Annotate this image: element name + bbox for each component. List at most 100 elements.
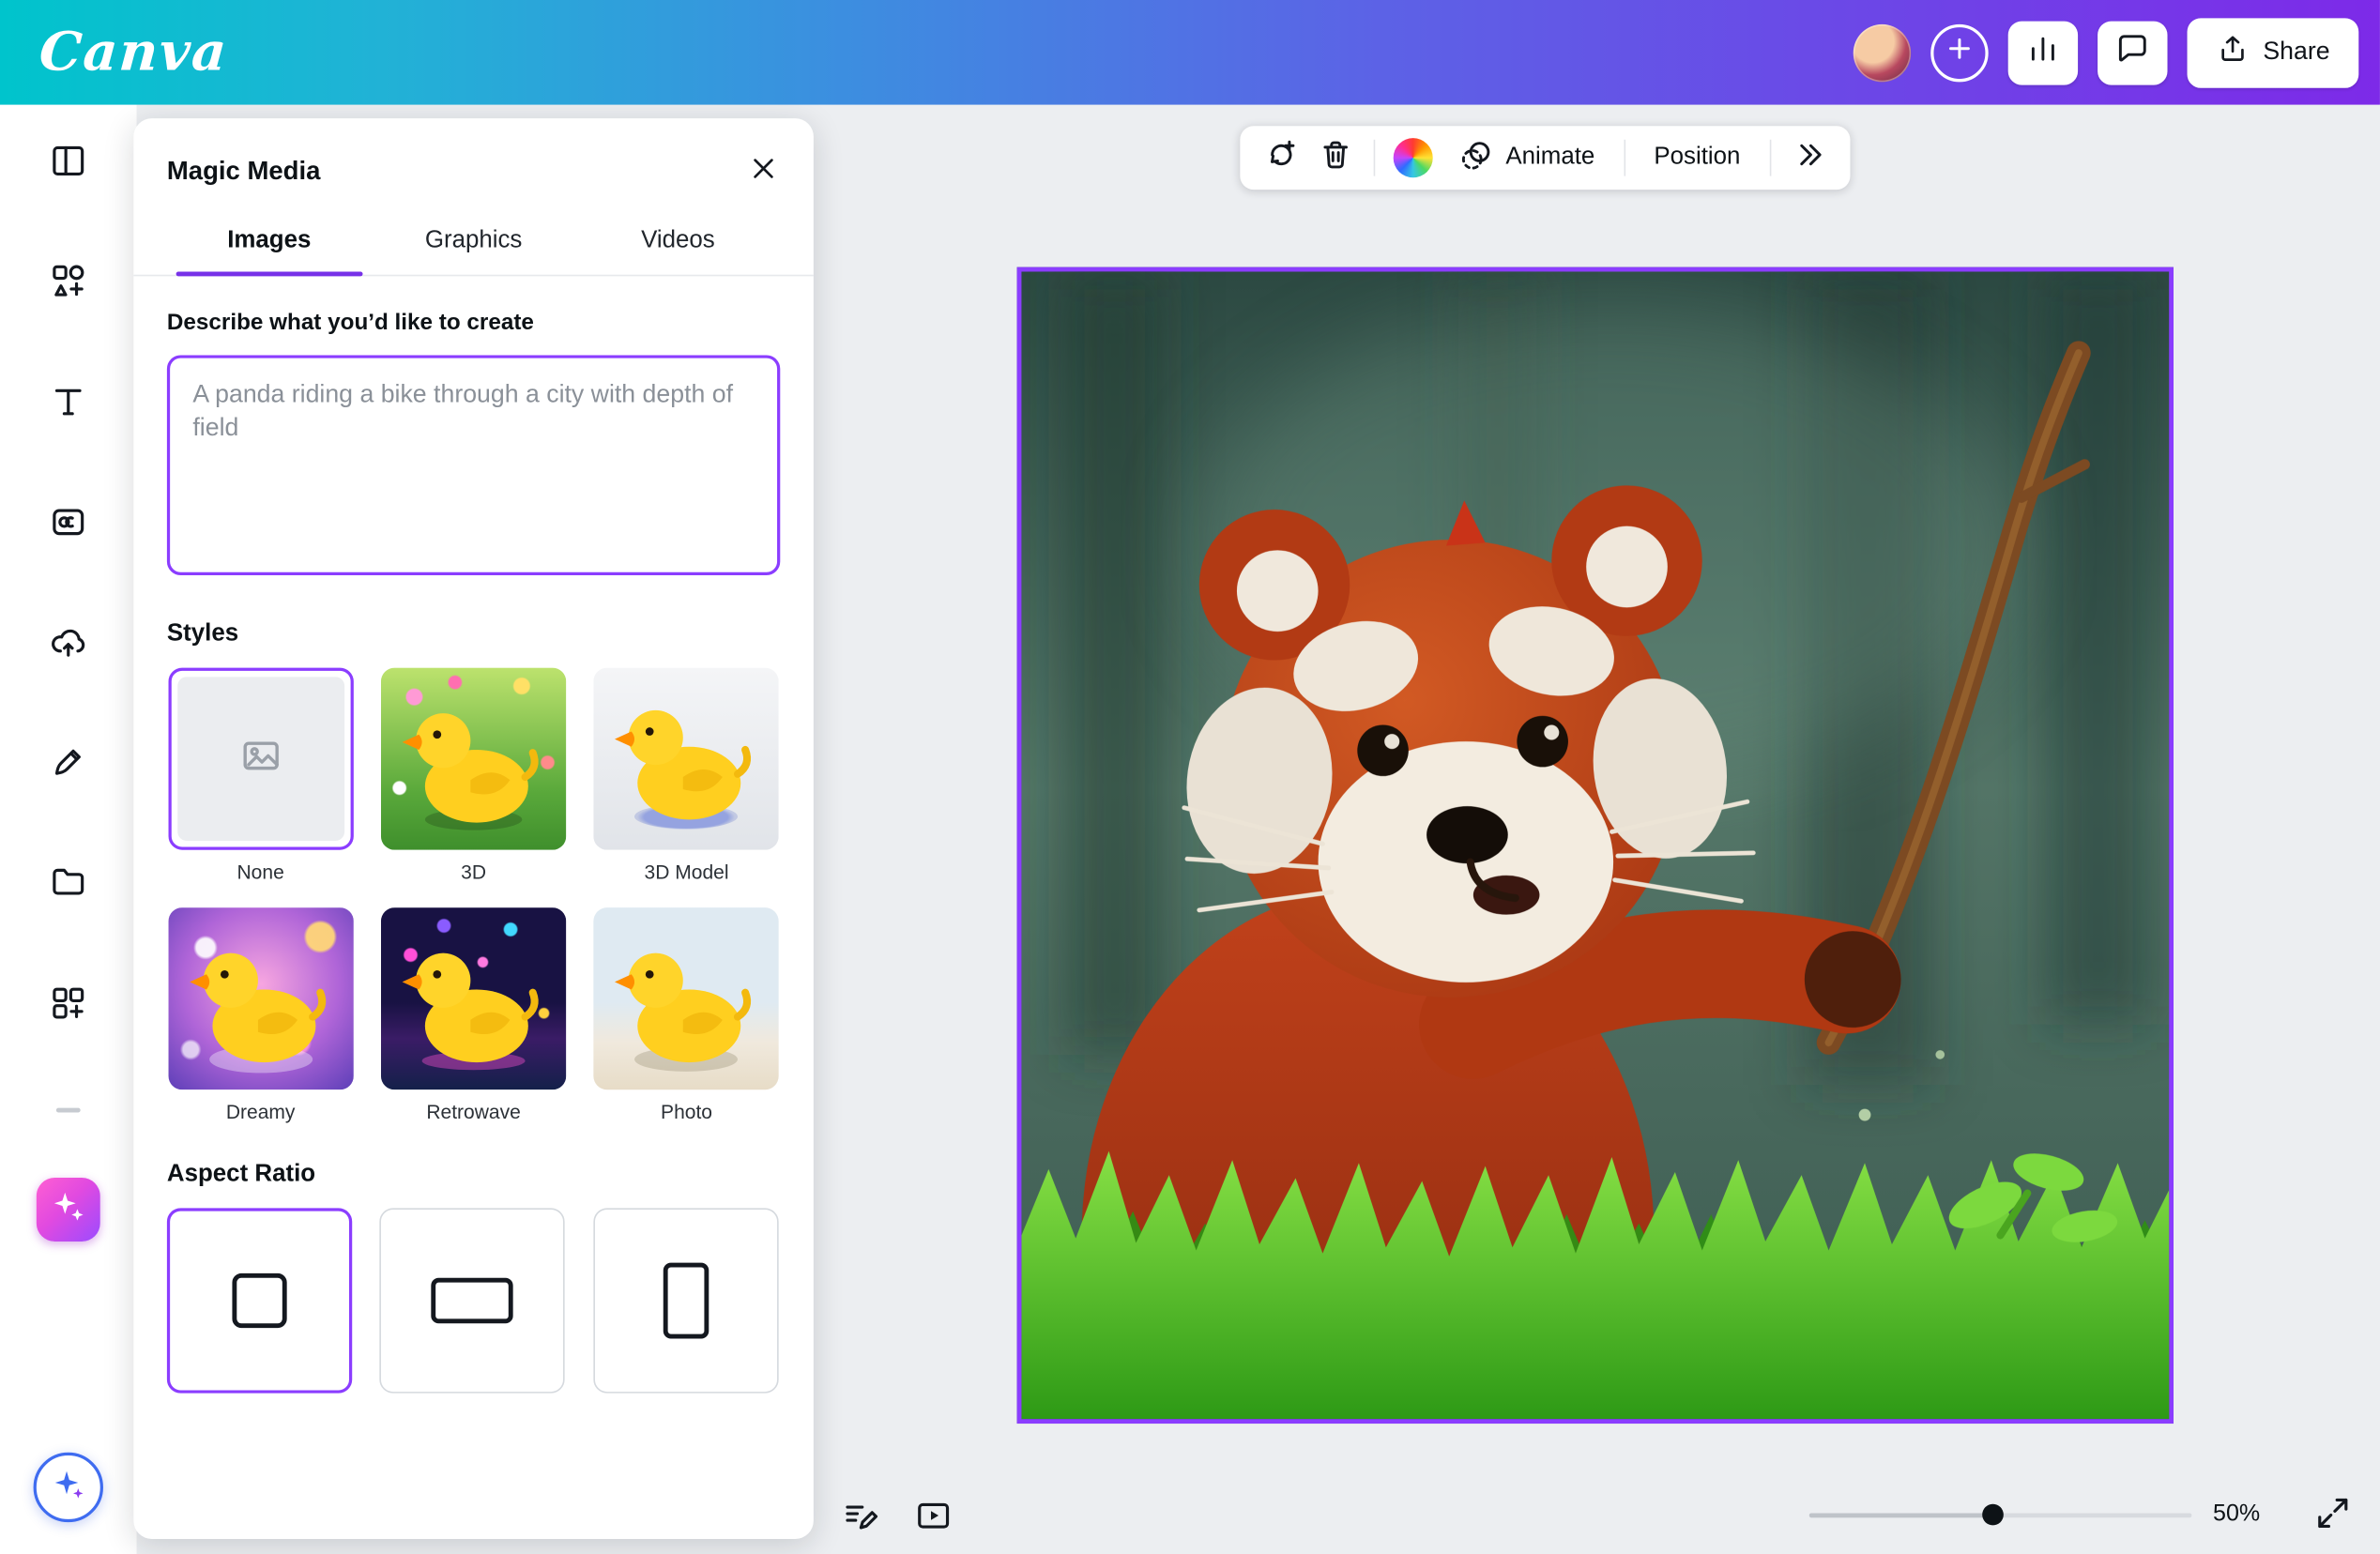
close-icon (747, 151, 781, 192)
duck-thumbnail (381, 907, 566, 1089)
folder-icon (49, 861, 88, 908)
bar-chart-icon (2024, 30, 2061, 74)
sidebar-item-design[interactable] (35, 130, 101, 197)
sidebar-item-apps[interactable] (35, 973, 101, 1040)
styles-grid: None 3D (167, 668, 780, 1123)
delete-button[interactable] (1308, 132, 1363, 184)
red-panda-image (1021, 271, 2169, 1419)
aspect-ratio-grid (167, 1208, 780, 1393)
elements-icon (49, 260, 88, 307)
sidebar-item-uploads[interactable] (35, 612, 101, 678)
toolbar-divider (1374, 140, 1376, 176)
panel-tabs: Images Graphics Videos (133, 212, 814, 276)
square-ratio-icon (232, 1273, 286, 1328)
style-label: None (237, 861, 284, 883)
top-bar-actions: Share (1854, 18, 2359, 87)
apps-grid-icon (49, 983, 88, 1029)
tab-images[interactable]: Images (167, 212, 372, 274)
position-button[interactable]: Position (1636, 132, 1759, 184)
present-button[interactable] (908, 1493, 959, 1545)
aspect-ratio-heading: Aspect Ratio (167, 1161, 780, 1188)
sparkle-icon (49, 1464, 88, 1511)
zoom-level: 50% (2213, 1501, 2260, 1529)
fullscreen-button[interactable] (2307, 1490, 2358, 1542)
sidebar-item-draw[interactable] (35, 732, 101, 799)
app-window: Canva Share (0, 0, 2380, 1554)
sidebar-item-elements[interactable] (35, 251, 101, 317)
image-placeholder-icon (239, 734, 282, 784)
animate-button[interactable]: Animate (1441, 132, 1613, 184)
duck-thumbnail (168, 907, 353, 1089)
insights-button[interactable] (2008, 21, 2078, 84)
landscape-ratio-icon (432, 1278, 513, 1324)
chat-bubble-icon (2114, 30, 2151, 74)
notes-button[interactable] (835, 1493, 887, 1545)
sidebar-item-text[interactable] (35, 372, 101, 438)
color-wheel-icon (1394, 138, 1433, 177)
portrait-ratio-icon (663, 1263, 709, 1339)
sidebar-item-brand[interactable] (35, 492, 101, 558)
close-panel-button[interactable] (740, 148, 786, 194)
share-label: Share (2263, 38, 2329, 67)
tab-videos[interactable]: Videos (576, 212, 781, 274)
duck-thumbnail (594, 907, 779, 1089)
prompt-label: Describe what you’d like to create (167, 310, 780, 335)
style-label: 3D Model (645, 861, 729, 883)
prompt-input[interactable] (167, 355, 780, 575)
notes-icon (841, 1496, 880, 1543)
brand-icon (49, 502, 88, 549)
regenerate-button[interactable] (1254, 132, 1308, 184)
aspect-option-portrait[interactable] (593, 1208, 778, 1393)
canva-logo[interactable]: Canva (38, 22, 230, 84)
top-bar: Canva Share (0, 0, 2380, 105)
upload-icon (2216, 32, 2250, 73)
tab-graphics[interactable]: Graphics (372, 212, 576, 274)
style-option-3d[interactable]: 3D (380, 668, 567, 884)
color-button[interactable] (1386, 132, 1441, 184)
zoom-slider-handle[interactable] (1982, 1504, 2004, 1526)
share-button[interactable]: Share (2187, 18, 2358, 87)
plus-icon (1945, 34, 1975, 71)
canvas-image[interactable] (1017, 267, 2174, 1424)
magic-media-app-icon (49, 1186, 88, 1233)
style-option-dreamy[interactable]: Dreamy (167, 907, 354, 1123)
fullscreen-icon (2313, 1493, 2353, 1540)
presentation-icon (914, 1496, 954, 1543)
style-label: Dreamy (226, 1101, 296, 1123)
pen-icon (49, 741, 88, 788)
style-label: Retrowave (426, 1101, 521, 1123)
position-label: Position (1654, 145, 1740, 172)
toolbar-divider (1624, 140, 1625, 176)
rail-divider (56, 1108, 81, 1113)
zoom-slider-fill (1809, 1513, 1993, 1517)
styles-heading: Styles (167, 620, 780, 648)
regenerate-icon (1263, 136, 1300, 180)
comments-button[interactable] (2098, 21, 2167, 84)
style-option-photo[interactable]: Photo (593, 907, 780, 1123)
add-member-button[interactable] (1930, 23, 1988, 81)
double-chevron-icon (1791, 136, 1827, 180)
aspect-option-landscape[interactable] (380, 1208, 565, 1393)
magic-media-panel: Magic Media Images Graphics Videos Descr… (133, 118, 814, 1539)
sidebar-item-magic-media[interactable] (37, 1178, 100, 1242)
aspect-option-square[interactable] (167, 1208, 352, 1393)
style-option-none[interactable]: None (167, 668, 354, 884)
panel-title: Magic Media (167, 157, 320, 187)
sidebar-item-projects[interactable] (35, 851, 101, 918)
style-label: Photo (661, 1101, 712, 1123)
duck-thumbnail (381, 668, 566, 850)
sidebar (0, 105, 137, 1554)
cloud-upload-icon (49, 621, 88, 668)
text-icon (49, 382, 88, 429)
avatar[interactable] (1854, 23, 1911, 81)
animate-label: Animate (1505, 145, 1594, 172)
object-toolbar: Animate Position (1240, 126, 1850, 190)
duck-thumbnail (594, 668, 779, 850)
style-option-3d-model[interactable]: 3D Model (593, 668, 780, 884)
design-icon (49, 141, 88, 188)
canva-assistant-button[interactable] (34, 1453, 103, 1522)
toolbar-divider (1769, 140, 1771, 176)
more-options-button[interactable] (1781, 132, 1836, 184)
style-option-retrowave[interactable]: Retrowave (380, 907, 567, 1123)
style-label: 3D (461, 861, 486, 883)
